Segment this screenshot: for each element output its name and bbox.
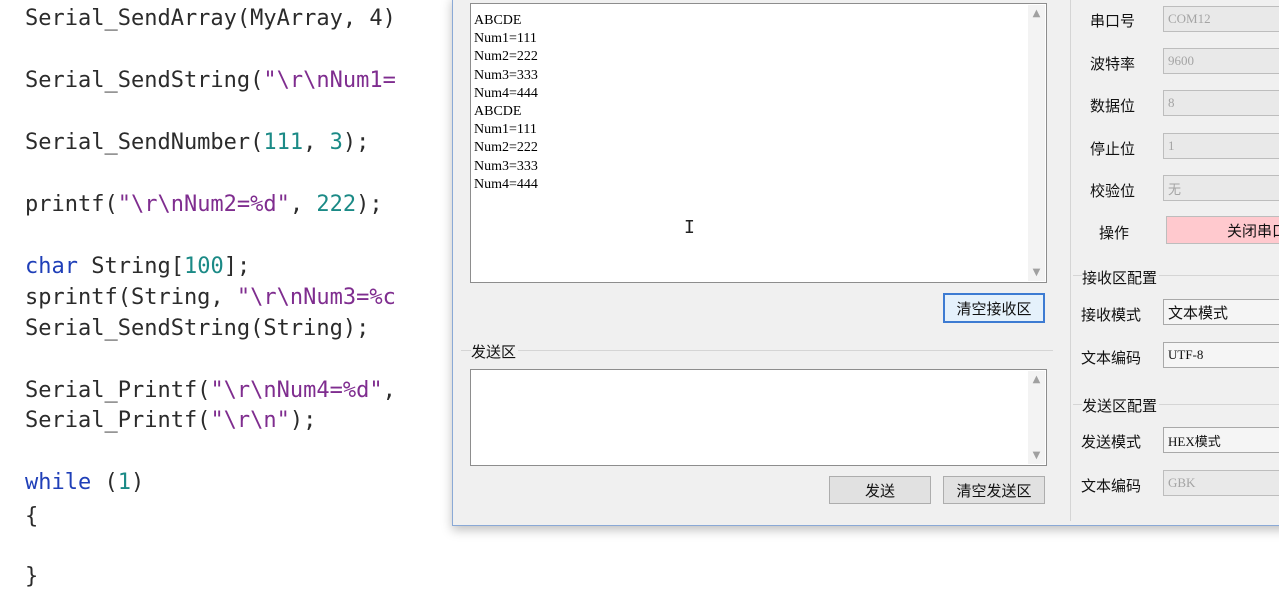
receive-scrollbar[interactable]: ▲ ▼ [1028,5,1045,281]
send-button[interactable]: 发送 [829,476,931,504]
clear-receive-button[interactable]: 清空接收区 [943,293,1045,323]
baud-label: 波特率 [1090,55,1136,73]
panel-divider [1070,0,1071,521]
receive-text: ABCDE Num1=111 Num2=222 Num3=333 Num4=44… [474,13,538,192]
code-text: printf( [25,192,118,217]
keyword: while [25,470,92,495]
code-text: Serial_SendNumber( [25,130,264,155]
receive-mode-label: 接收模式 [1081,306,1142,324]
chevron-down-icon[interactable]: ▼ [1028,264,1045,281]
string-literal: "\r\n" [210,408,290,433]
send-group-label: 发送区 [471,341,519,362]
code-text: ]; [223,254,251,279]
send-group-border [461,350,1053,351]
code-text: String[ [77,254,184,279]
number-literal: 222 [316,192,357,217]
close-port-button[interactable]: 关闭串口 [1166,216,1279,244]
receive-config-label: 接收区配置 [1082,267,1160,288]
stop-bits-select[interactable]: 1 [1163,133,1279,159]
port-select[interactable]: COM12 [1163,6,1279,32]
code-line: while (1) [25,470,144,496]
code-text: ( [91,470,118,495]
code-text: , [289,192,317,217]
parity-select[interactable]: 无 [1163,175,1279,201]
code-text: Serial_Printf( [25,408,211,433]
code-text: Serial_SendArray(MyArray, 4) [25,6,396,31]
port-label: 串口号 [1090,12,1136,30]
serial-assistant-window: ABCDE Num1=111 Num2=222 Num3=333 Num4=44… [452,0,1279,526]
code-line: Serial_Printf("\r\nNum4=%d", [25,378,396,404]
code-text: , [382,378,396,403]
baud-select[interactable]: 9600 [1163,48,1279,74]
receive-mode-select[interactable]: 文本模式 [1163,299,1279,325]
code-text: ); [289,408,317,433]
string-literal: "\r\nNum4=%d" [210,378,383,403]
clear-send-button[interactable]: 清空发送区 [943,476,1045,504]
code-line: Serial_SendArray(MyArray, 4) [25,6,396,32]
chevron-down-icon[interactable]: ▼ [1028,447,1045,464]
send-mode-select[interactable]: HEX模式 [1163,427,1279,453]
stop-bits-label: 停止位 [1090,140,1136,158]
code-text: Serial_SendString( [25,68,264,93]
code-text: ); [342,130,370,155]
code-line: printf("\r\nNum2=%d", 222); [25,192,383,218]
receive-textarea[interactable]: ABCDE Num1=111 Num2=222 Num3=333 Num4=44… [470,3,1047,283]
code-line: sprintf(String, "\r\nNum3=%c [25,285,396,311]
code-line: } [25,564,38,590]
code-line: Serial_SendString("\r\nNum1= [25,68,396,94]
code-line: char String[100]; [25,254,250,280]
number-literal: 111 [263,130,304,155]
string-literal: "\r\nNum3=%c [236,285,396,310]
code-line: Serial_Printf("\r\n"); [25,408,316,434]
receive-encoding-select[interactable]: UTF-8 [1163,342,1279,368]
string-literal: "\r\nNum2=%d" [117,192,290,217]
code-text: sprintf(String, [25,285,237,310]
number-literal: 3 [329,130,343,155]
keyword: char [25,254,78,279]
receive-encoding-label: 文本编码 [1081,349,1142,367]
send-mode-label: 发送模式 [1081,433,1142,451]
number-literal: 100 [183,254,224,279]
code-text: Serial_Printf( [25,378,211,403]
chevron-up-icon[interactable]: ▲ [1028,371,1045,388]
code-line: Serial_SendNumber(111, 3); [25,130,369,156]
action-label: 操作 [1099,224,1130,242]
code-text: ) [130,470,145,495]
code-text: } [25,564,39,589]
send-encoding-select[interactable]: GBK [1163,470,1279,496]
send-encoding-label: 文本编码 [1081,477,1142,495]
code-line: Serial_SendString(String); [25,316,369,342]
i-beam-cursor-icon: I [684,217,695,238]
data-bits-select[interactable]: 8 [1163,90,1279,116]
string-literal: "\r\nNum1= [263,68,396,93]
send-scrollbar[interactable]: ▲ ▼ [1028,371,1045,464]
data-bits-label: 数据位 [1090,97,1136,115]
code-text: { [25,504,39,529]
code-line: { [25,504,38,530]
code-text: Serial_SendString(String); [25,316,370,341]
code-text: ); [356,192,383,217]
code-text: , [303,130,330,155]
parity-label: 校验位 [1090,182,1136,200]
send-config-label: 发送区配置 [1082,395,1160,416]
number-literal: 1 [117,470,131,495]
chevron-up-icon[interactable]: ▲ [1028,5,1045,22]
send-textarea[interactable]: ▲ ▼ [470,369,1047,466]
